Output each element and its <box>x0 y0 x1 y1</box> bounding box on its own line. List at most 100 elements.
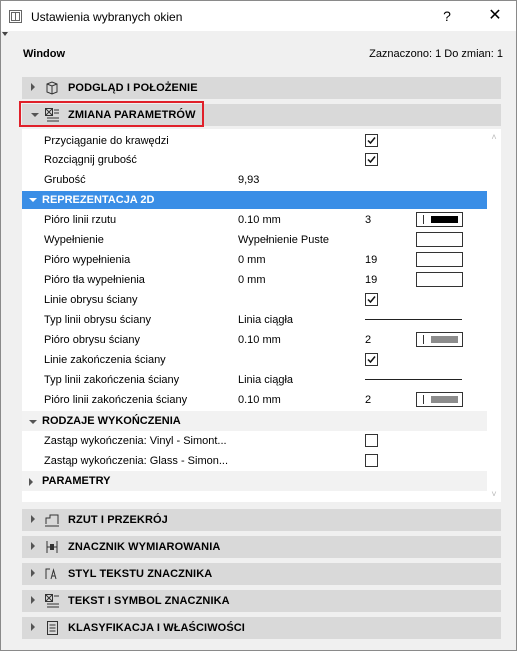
section-label: PODGLĄD I POŁOŻENIE <box>68 82 198 94</box>
override-finish-checkbox[interactable] <box>365 454 378 467</box>
param-row[interactable]: Grubość 9,93 <box>22 170 487 190</box>
close-button[interactable]: ✕ <box>480 6 510 26</box>
chevron-right-icon <box>31 515 35 523</box>
scroll-down-icon[interactable]: ˅ <box>490 490 498 499</box>
section-preview-position[interactable]: PODGLĄD I POŁOŻENIE <box>22 77 501 99</box>
selection-info: Zaznaczono: 1 Do zmian: 1 <box>369 48 503 60</box>
pen-number[interactable]: 19 <box>365 274 377 286</box>
pen-number[interactable]: 2 <box>365 334 371 346</box>
swatch-fill <box>431 216 458 223</box>
rep-row[interactable]: Pióro linii rzutu 0.10 mm 3 <box>22 210 487 230</box>
rep-value[interactable]: 0.10 mm <box>238 214 281 226</box>
scroll-up-icon[interactable]: ˄ <box>490 133 498 142</box>
swatch-fill <box>431 336 458 343</box>
rep-label: Linie zakończenia ściany <box>44 354 166 366</box>
subsection-label: REPREZENTACJA 2D <box>42 194 155 206</box>
rep-value[interactable]: 0.10 mm <box>238 334 281 346</box>
rep-row[interactable]: Linie obrysu ściany <box>22 290 487 310</box>
subsection-label: PARAMETRY <box>42 475 111 487</box>
subsection-label: RODZAJE WYKOŃCZENIA <box>42 415 181 427</box>
swatch-fill <box>431 396 458 403</box>
rep-row[interactable]: Typ linii zakończenia ściany Linia ciągł… <box>22 370 487 390</box>
rep-value[interactable]: Linia ciągła <box>238 374 293 386</box>
title-bar[interactable]: Ustawienia wybranych okien ? ✕ <box>1 1 516 31</box>
override-finish-checkbox[interactable] <box>365 434 378 447</box>
rep-label: Linie obrysu ściany <box>44 294 138 306</box>
thickness-value[interactable]: 9,93 <box>238 174 259 186</box>
element-type-label: Window <box>23 48 66 60</box>
rep-label: Typ linii zakończenia ściany <box>44 374 180 386</box>
finish-label: Zastąp wykończenia: Glass - Simon... <box>44 455 229 467</box>
highlight-frame <box>19 101 204 127</box>
finish-row[interactable]: Zastąp wykończenia: Glass - Simon... <box>22 451 487 471</box>
chevron-right-icon <box>31 623 35 631</box>
pen-swatch[interactable] <box>416 252 463 267</box>
rep-row[interactable]: Pióro wypełnienia 0 mm 19 <box>22 250 487 270</box>
param-row: Przyciąganie do krawędzi <box>22 131 487 151</box>
settings-window: Ustawienia wybranych okien ? ✕ Window Za… <box>0 0 517 651</box>
section-plan-section[interactable]: RZUT I PRZEKRÓJ <box>22 509 501 531</box>
rep-label: Pióro obrysu ściany <box>44 334 140 346</box>
wall-contour-checkbox[interactable] <box>365 293 378 306</box>
rep-label: Wypełnienie <box>44 234 104 246</box>
section-dimension-marker[interactable]: ZNACZNIK WYMIAROWANIA <box>22 536 501 558</box>
classification-icon <box>47 621 58 635</box>
rep-row[interactable]: Typ linii obrysu ściany Linia ciągła <box>22 310 487 330</box>
pen-number[interactable]: 3 <box>365 214 371 226</box>
section-label: STYL TEKSTU ZNACZNIKA <box>68 568 213 580</box>
swatch-tick <box>423 395 424 404</box>
pen-swatch[interactable] <box>416 212 463 227</box>
subsection-2d-representation[interactable]: REPREZENTACJA 2D <box>22 191 487 209</box>
param-label: Przyciąganie do krawędzi <box>44 135 169 147</box>
wall-end-lines-checkbox[interactable] <box>365 353 378 366</box>
rep-value[interactable]: 0.10 mm <box>238 394 281 406</box>
rep-label: Typ linii obrysu ściany <box>44 314 151 326</box>
dock-marker-icon <box>2 32 8 36</box>
rep-value[interactable]: Linia ciągła <box>238 314 293 326</box>
rep-row[interactable]: Linie zakończenia ściany <box>22 350 487 370</box>
pen-number[interactable]: 19 <box>365 254 377 266</box>
section-classification[interactable]: KLASYFIKACJA I WŁAŚCIWOŚCI <box>22 617 501 639</box>
section-text-style[interactable]: STYL TEKSTU ZNACZNIKA <box>22 563 501 585</box>
window-title: Ustawienia wybranych okien <box>31 10 183 24</box>
rep-row[interactable]: Wypełnienie Wypełnienie Puste <box>22 230 487 250</box>
parameters-panel: Przyciąganie do krawędzi Rozciągnij grub… <box>22 129 501 502</box>
rep-row[interactable]: Pióro linii zakończenia ściany 0.10 mm 2 <box>22 390 487 410</box>
chevron-right-icon <box>31 542 35 550</box>
snap-edge-checkbox[interactable] <box>365 134 378 147</box>
rep-value[interactable]: 0 mm <box>238 254 266 266</box>
pen-number[interactable]: 2 <box>365 394 371 406</box>
pen-swatch[interactable] <box>416 392 463 407</box>
line-type-preview <box>365 319 462 320</box>
section-text-symbol[interactable]: TEKST I SYMBOL ZNACZNIKA <box>22 590 501 612</box>
pen-swatch[interactable] <box>416 272 463 287</box>
checkmark-icon <box>367 156 376 164</box>
chevron-right-icon <box>29 478 33 486</box>
text-symbol-icon <box>45 594 59 608</box>
finish-row[interactable]: Zastąp wykończenia: Vinyl - Simont... <box>22 431 487 451</box>
checkmark-icon <box>367 296 376 304</box>
scrollbar[interactable]: ˄ ˅ <box>487 129 501 502</box>
help-button[interactable]: ? <box>432 6 462 26</box>
rep-label: Pióro wypełnienia <box>44 254 131 266</box>
rep-label: Pióro linii rzutu <box>44 214 117 226</box>
subsection-parameters[interactable]: PARAMETRY <box>22 471 487 491</box>
chevron-right-icon <box>31 83 35 91</box>
chevron-down-icon <box>29 198 37 202</box>
checkmark-icon <box>367 356 376 364</box>
rep-label: Pióro linii zakończenia ściany <box>44 394 188 406</box>
rep-row[interactable]: Pióro tła wypełnienia 0 mm 19 <box>22 270 487 290</box>
rep-value[interactable]: Wypełnienie Puste <box>238 234 329 246</box>
rep-value[interactable]: 0 mm <box>238 274 266 286</box>
subsection-finishes[interactable]: RODZAJE WYKOŃCZENIA <box>22 411 487 431</box>
chevron-right-icon <box>31 569 35 577</box>
rep-row[interactable]: Pióro obrysu ściany 0.10 mm 2 <box>22 330 487 350</box>
param-row: Rozciągnij grubość <box>22 150 487 170</box>
checkmark-icon <box>367 137 376 145</box>
stretch-thickness-checkbox[interactable] <box>365 153 378 166</box>
preview-position-icon <box>46 81 58 95</box>
pen-swatch[interactable] <box>416 332 463 347</box>
fill-swatch[interactable] <box>416 232 463 247</box>
plan-section-icon <box>45 514 59 527</box>
line-type-preview <box>365 379 462 380</box>
